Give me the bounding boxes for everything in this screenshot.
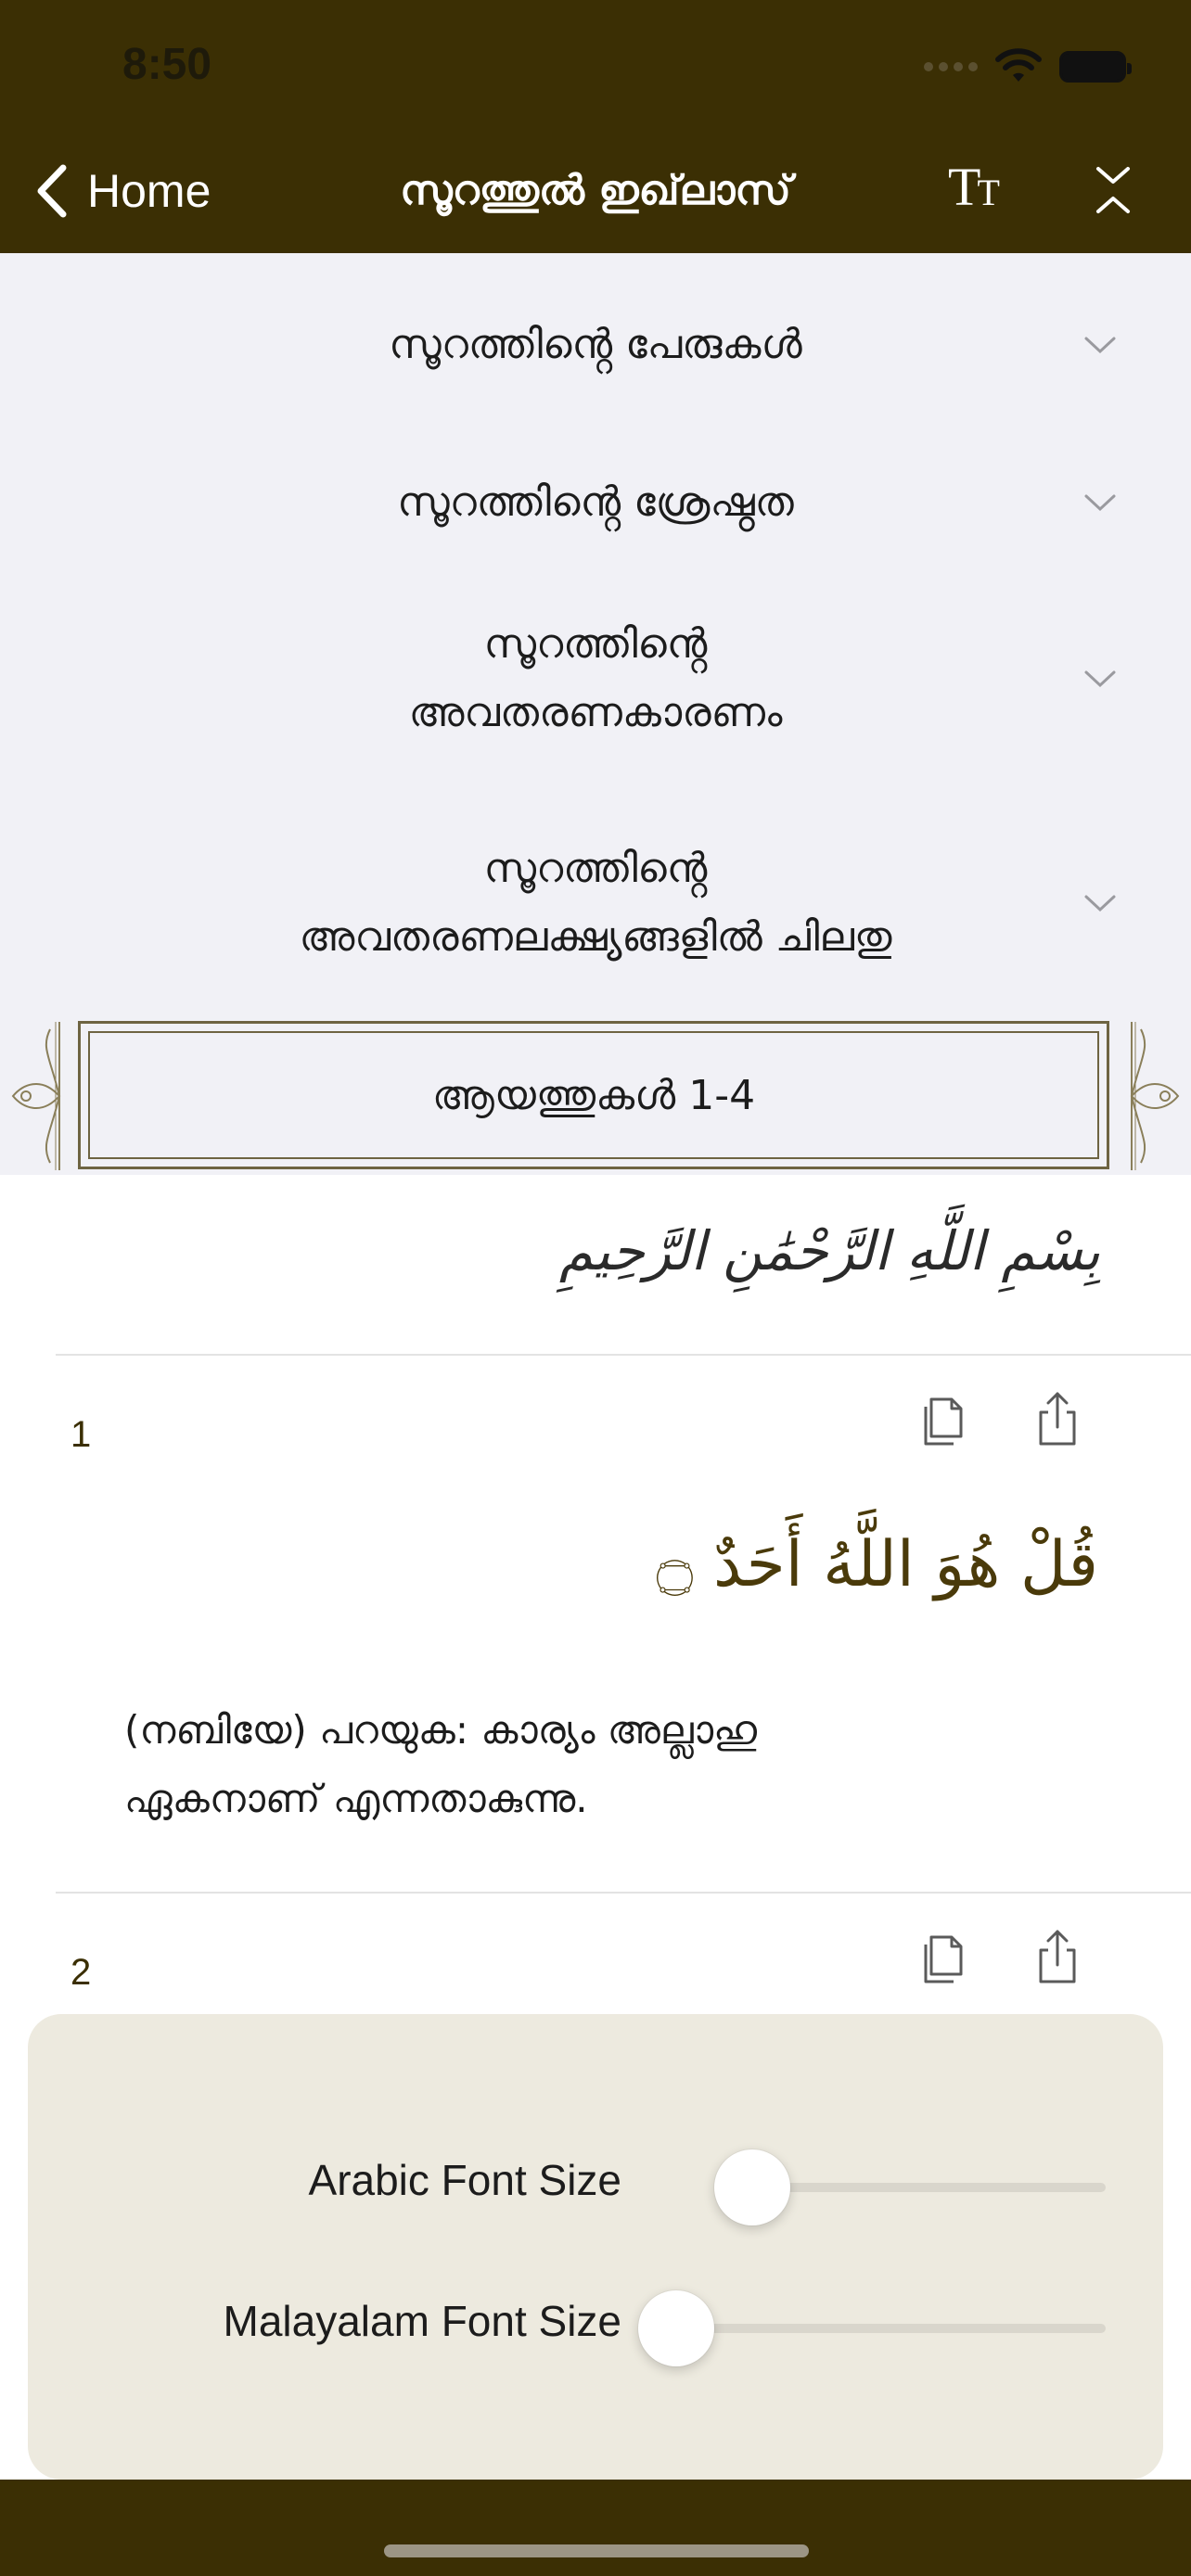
chevron-down-icon [1084, 337, 1116, 354]
chevron-down-icon [1084, 895, 1116, 912]
translation-line: (നബിയേ) പറയുക: കാര്യം അല്ലാഹു [124, 1707, 757, 1753]
chevron-down-icon [1084, 670, 1116, 688]
malayalam-font-size-track[interactable] [677, 2324, 1106, 2333]
page-title: സൂറത്തുൽ ഇഖ്‌ലാസ് [400, 167, 791, 214]
ayah-arabic: قُلْ هُوَ اللَّهُ أَحَدٌ ۝ [656, 1528, 1099, 1601]
ornament-icon [1130, 1022, 1180, 1170]
section-virtues[interactable]: സൂറത്തിൻ്റെ ശ്രേഷ്ഠത [0, 452, 1191, 554]
translation-line: ഏകനാണ് എന്നതാകുന്നു. [124, 1776, 588, 1821]
nav-header: 8:50 Home സൂറത്തുൽ ഇഖ്‌ലാസ് TT [0, 0, 1191, 253]
home-indicator[interactable] [384, 2544, 809, 2557]
section-label-line: സൂറത്തിൻ്റെ [483, 620, 708, 668]
ornament-icon [11, 1022, 61, 1170]
chevron-left-icon [37, 164, 67, 218]
share-icon[interactable] [1030, 1928, 1085, 1987]
text-size-button[interactable]: TT [948, 156, 1000, 218]
ayah-number: 2 [70, 1952, 92, 1993]
section-label: സൂറത്തിൻ്റെ പേരുകൾ [389, 321, 802, 368]
malayalam-font-size-label: Malayalam Font Size [223, 2297, 622, 2345]
wifi-icon [995, 48, 1042, 82]
section-label: സൂറത്തിൻ്റെ അവതരണലക്ഷ്യങ്ങളിൽ ചിലതു [300, 835, 892, 972]
ayah-translation: (നബിയേ) പറയുക: കാര്യം അല്ലാഹു ഏകനാണ് എന്… [124, 1696, 959, 1833]
section-label: സൂറത്തിൻ്റെ ശ്രേഷ്ഠത [397, 478, 794, 526]
bismillah: بِسْمِ اللَّهِ الرَّحْمَٰنِ الرَّحِيمِ [559, 1219, 1100, 1282]
section-label-line: അവതരണകാരണം [408, 689, 783, 736]
copy-icon[interactable] [915, 1928, 970, 1987]
chevron-down-icon [1084, 494, 1116, 512]
divider [56, 1354, 1191, 1356]
back-button-label: Home [87, 165, 211, 217]
bottom-bar [0, 2480, 1191, 2576]
arabic-font-size-slider-thumb[interactable] [714, 2149, 790, 2225]
status-icons [924, 48, 1132, 85]
signal-icon [924, 62, 978, 71]
font-size-panel: Arabic Font Size Malayalam Font Size [28, 2014, 1163, 2480]
ayah-number: 1 [70, 1414, 92, 1455]
share-icon[interactable] [1030, 1390, 1085, 1449]
ayah-group-banner: ആയത്തുകൾ 1-4 [78, 1021, 1109, 1169]
battery-icon [1059, 51, 1132, 83]
arabic-font-size-label: Arabic Font Size [308, 2156, 621, 2204]
divider [56, 1892, 1191, 1894]
text-size-icon: TT [948, 157, 1000, 217]
back-button[interactable]: Home [33, 162, 211, 220]
arabic-font-size-track[interactable] [751, 2183, 1106, 2192]
section-label-line: അവതരണലക്ഷ്യങ്ങളിൽ ചിലതു [299, 913, 892, 961]
section-revelation-goals[interactable]: സൂറത്തിൻ്റെ അവതരണലക്ഷ്യങ്ങളിൽ ചിലതു [0, 834, 1191, 973]
ayah-group-label: ആയത്തുകൾ 1-4 [88, 1031, 1099, 1159]
status-time: 8:50 [122, 40, 212, 89]
section-label-line: സൂറത്തിൻ്റെ [483, 845, 708, 892]
section-names[interactable]: സൂറത്തിൻ്റെ പേരുകൾ [0, 294, 1191, 396]
copy-icon[interactable] [915, 1390, 970, 1449]
malayalam-font-size-slider-thumb[interactable] [638, 2290, 714, 2366]
section-label: സൂറത്തിൻ്റെ അവതരണകാരണം [409, 610, 783, 747]
section-revelation-reason[interactable]: സൂറത്തിൻ്റെ അവതരണകാരണം [0, 609, 1191, 748]
collapse-icon[interactable] [1093, 165, 1133, 215]
